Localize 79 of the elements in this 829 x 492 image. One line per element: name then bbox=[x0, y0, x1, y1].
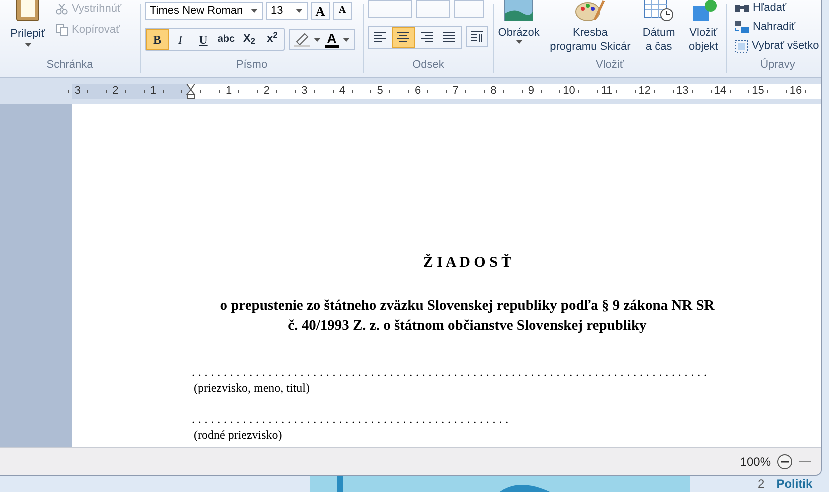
scissors-icon bbox=[56, 4, 68, 14]
field-caption: (rodné priezvisko) bbox=[193, 428, 284, 442]
group-label: Úpravy bbox=[760, 58, 796, 72]
group-label: Písmo bbox=[235, 58, 269, 72]
select-all-icon bbox=[735, 40, 748, 52]
align-icon bbox=[397, 32, 410, 43]
edit-button[interactable]: Nahradiť bbox=[735, 19, 821, 35]
ruler-number: 9 bbox=[528, 86, 535, 96]
field-caption: (priezvisko, meno, titul) bbox=[193, 382, 311, 394]
align-icon bbox=[374, 32, 387, 43]
replace-icon bbox=[735, 21, 749, 33]
ruler-number: 8 bbox=[490, 86, 497, 96]
document-subtitle: o prepustenie zo štátneho zväzku Slovenskej republiky podľa § 9 zákona NR SR bbox=[220, 296, 715, 316]
insert-button[interactable]: Kresba programu Skicár bbox=[548, 0, 632, 54]
paragraph-icon bbox=[471, 31, 483, 42]
ruler-number: 6 bbox=[415, 86, 422, 96]
caret-icon bbox=[296, 9, 303, 13]
paste-button[interactable]: Prilepiť bbox=[8, 0, 48, 46]
document-title: Ž I A D O S Ť bbox=[423, 253, 512, 273]
landscape-icon bbox=[504, 0, 534, 22]
font-family-dropdown[interactable]: Times New Roman bbox=[145, 2, 263, 20]
insert-button[interactable]: Dátum a čas bbox=[641, 0, 678, 54]
group-label: Odsek bbox=[412, 58, 446, 72]
ruler-number: 10 bbox=[563, 86, 576, 96]
zoom-out-icon[interactable] bbox=[777, 454, 793, 470]
ruler-number: 11 bbox=[601, 86, 613, 96]
ruler-number: 5 bbox=[377, 86, 384, 96]
ruler-number: 7 bbox=[452, 86, 459, 96]
font-family-value: Times New Roman bbox=[150, 4, 244, 19]
paragraph-button[interactable] bbox=[466, 26, 488, 47]
format-button[interactable]: B bbox=[146, 29, 169, 50]
ruler-number: 14 bbox=[714, 86, 727, 96]
ruler-number: 16 bbox=[790, 86, 802, 96]
format-button[interactable]: U bbox=[192, 29, 215, 50]
zoom-level: 100% bbox=[740, 454, 771, 470]
insert-button[interactable]: Obrázok bbox=[498, 0, 540, 44]
group-label: Schránka bbox=[46, 58, 94, 72]
copy-icon bbox=[56, 24, 68, 36]
format-button[interactable]: abc bbox=[215, 29, 238, 50]
ruler-number: 1 bbox=[150, 86, 157, 96]
fill-in-line: . . . . . . . . . . . . . . . . . . . . . . . . . . . . . . . . . . . . . . . . . . . . . . . . . . . . . . . . . . . . . . . . . . . . . . . . . . . . . . . . . bbox=[192, 364, 708, 380]
highlighter-icon bbox=[294, 32, 310, 46]
ruler-number: 12 bbox=[638, 86, 651, 96]
format-button[interactable]: x$^{2}$ bbox=[261, 29, 284, 50]
caret-icon bbox=[343, 38, 350, 42]
article-link[interactable]: Politik bbox=[776, 476, 813, 492]
ruler-number: 3 bbox=[74, 86, 81, 96]
caret-icon bbox=[516, 40, 523, 44]
shrink-font-button[interactable]: A bbox=[333, 2, 352, 20]
caret-icon bbox=[251, 9, 258, 13]
font-color-button[interactable]: A bbox=[325, 32, 339, 48]
ruler-number: 13 bbox=[676, 86, 689, 96]
insert-button[interactable]: Vložiť objekt bbox=[686, 0, 722, 54]
ruler-number: 2 bbox=[264, 86, 270, 96]
ruler-number: 1 bbox=[226, 86, 232, 96]
fill-in-line: . . . . . . . . . . . . . . . . . . . . . . . . . . . . . . . . . . . . . . . . . . . . . . . . . . bbox=[192, 410, 510, 428]
ruler-number: 2 bbox=[112, 86, 119, 96]
ruler-number: 15 bbox=[752, 86, 764, 96]
clipboard-icon bbox=[14, 0, 42, 22]
ruler-number: 4 bbox=[339, 86, 346, 96]
caret-icon bbox=[314, 38, 321, 42]
font-size-value: 13 bbox=[271, 4, 284, 19]
align-icon bbox=[420, 32, 433, 43]
format-button[interactable]: X$_{2}$ bbox=[238, 29, 261, 50]
grow-font-button[interactable]: A bbox=[311, 2, 330, 20]
edit-button[interactable]: Hľadať bbox=[735, 0, 821, 16]
font-size-dropdown[interactable]: 13 bbox=[266, 2, 308, 20]
format-button[interactable]: I bbox=[169, 29, 192, 50]
palette-icon bbox=[575, 0, 606, 22]
calendar-clock-icon bbox=[644, 0, 674, 22]
align-button[interactable] bbox=[392, 27, 415, 48]
list-number: 2 bbox=[758, 476, 765, 492]
document-subtitle: č. 40/1993 Z. z. o štátnom občianstve Slovenskej republiky bbox=[288, 316, 647, 336]
binoculars-icon bbox=[735, 3, 749, 13]
align-icon bbox=[443, 32, 456, 43]
group-label: Vložiť bbox=[595, 58, 626, 72]
caret-icon bbox=[24, 42, 32, 46]
ruler-number: 3 bbox=[302, 86, 308, 96]
edit-button[interactable]: Vybrať všetko bbox=[735, 38, 821, 54]
